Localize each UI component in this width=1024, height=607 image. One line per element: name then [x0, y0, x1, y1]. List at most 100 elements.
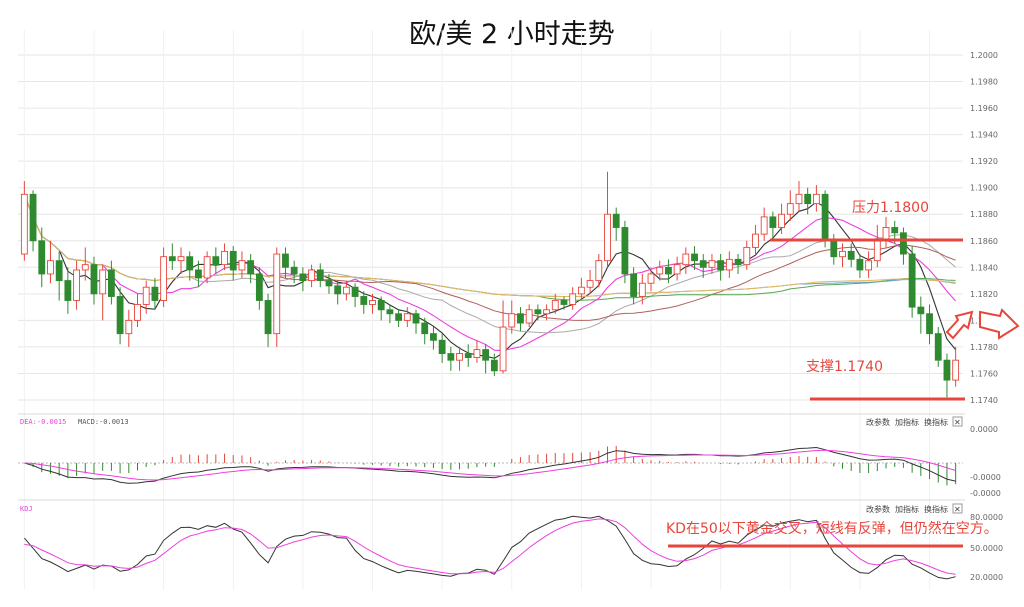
candle	[865, 251, 873, 278]
macd-edit-params-button[interactable]: 改参数	[866, 417, 890, 427]
candle	[160, 247, 168, 308]
candle	[943, 353, 951, 398]
candle-body	[282, 253, 289, 268]
macd-add-indicator-button[interactable]: 加指标	[895, 417, 919, 427]
candle-body	[73, 269, 80, 301]
kd-ytick-2: 20.0000	[970, 573, 1003, 582]
candle-body	[212, 256, 220, 266]
candle-body	[865, 260, 873, 271]
candle-body	[543, 309, 550, 315]
candle-body	[778, 213, 785, 228]
price-ytick-0: 1.2000	[970, 51, 998, 60]
candle	[221, 243, 228, 270]
candle-body	[395, 313, 403, 321]
candle-body	[908, 253, 916, 308]
candle-body	[856, 258, 864, 271]
candle-body	[517, 313, 524, 324]
candle-body	[943, 359, 951, 381]
candle	[752, 224, 759, 255]
candle-body	[752, 233, 759, 248]
price-ytick-7: 1.1860	[970, 237, 998, 246]
candle-body	[525, 309, 533, 324]
candle	[464, 344, 472, 367]
candle	[882, 216, 890, 248]
macd-ytick-2: -0.0000	[970, 489, 1001, 498]
candle	[873, 224, 881, 268]
candle-body	[90, 264, 98, 295]
candle-body	[125, 319, 133, 335]
candle	[473, 340, 481, 363]
price-ytick-5: 1.1900	[970, 184, 998, 193]
candle-body	[656, 266, 664, 275]
candle-body	[29, 193, 37, 242]
candle-body	[203, 256, 211, 279]
candle	[673, 256, 681, 281]
candle	[168, 243, 176, 270]
candle	[900, 227, 907, 265]
grid	[18, 30, 963, 590]
candle-body	[917, 306, 925, 315]
candle	[273, 247, 281, 347]
kd-close-icon[interactable]: ✕	[954, 505, 961, 514]
candle-body	[569, 293, 577, 305]
price-ytick-4: 1.1920	[970, 157, 998, 166]
candle	[447, 346, 455, 371]
candle-body	[316, 269, 324, 282]
candle-body	[20, 193, 28, 255]
candle	[499, 300, 507, 374]
candle	[647, 267, 655, 292]
candle-body	[638, 282, 646, 297]
kd-switch-indicator-button[interactable]: 换指标	[924, 504, 948, 514]
candle	[795, 181, 803, 212]
candle	[134, 293, 141, 328]
candle-body	[734, 258, 742, 266]
candle	[743, 240, 751, 270]
candle-body	[47, 260, 54, 275]
candle	[586, 269, 594, 294]
candle-body	[377, 300, 385, 311]
candle	[778, 203, 785, 235]
candle	[734, 254, 742, 274]
kd-add-indicator-button[interactable]: 加指标	[895, 504, 919, 514]
candle-body	[290, 266, 298, 275]
kd-ytick-1: 50.0000	[970, 544, 1003, 553]
candle-body	[369, 300, 376, 305]
candle	[525, 304, 533, 328]
candle-body	[464, 353, 472, 358]
candle-body	[926, 313, 933, 335]
candle	[203, 251, 211, 284]
kd-legend: KDJ	[20, 505, 33, 513]
candle-body	[499, 326, 507, 372]
candle-body	[900, 232, 907, 255]
macd-switch-indicator-button[interactable]: 换指标	[924, 417, 948, 427]
candle	[116, 287, 124, 345]
macd-panel	[18, 445, 963, 486]
candle	[264, 293, 272, 347]
candle-body	[334, 285, 342, 295]
macd-close-icon[interactable]: ✕	[954, 418, 961, 427]
candle-body	[743, 246, 751, 266]
candle-body	[264, 300, 272, 335]
candle-body	[456, 353, 463, 361]
candle	[934, 327, 942, 367]
candle	[125, 309, 133, 347]
candle	[412, 309, 420, 334]
candle-body	[308, 269, 315, 282]
candle	[804, 187, 812, 215]
candle	[186, 251, 194, 281]
candle	[308, 264, 315, 288]
candle-body	[473, 349, 481, 358]
candle	[638, 273, 646, 305]
candle	[760, 207, 768, 241]
candle	[560, 296, 568, 310]
candle-body	[760, 216, 768, 235]
candle-body	[682, 253, 690, 266]
candle-body	[403, 313, 411, 321]
kd-edit-params-button[interactable]: 改参数	[866, 504, 890, 514]
macd-ytick-1: -0.0000	[970, 473, 1001, 482]
candle	[29, 190, 37, 252]
candle	[64, 267, 72, 314]
candle	[430, 327, 437, 350]
candle	[534, 304, 542, 321]
candle-body	[830, 240, 838, 258]
